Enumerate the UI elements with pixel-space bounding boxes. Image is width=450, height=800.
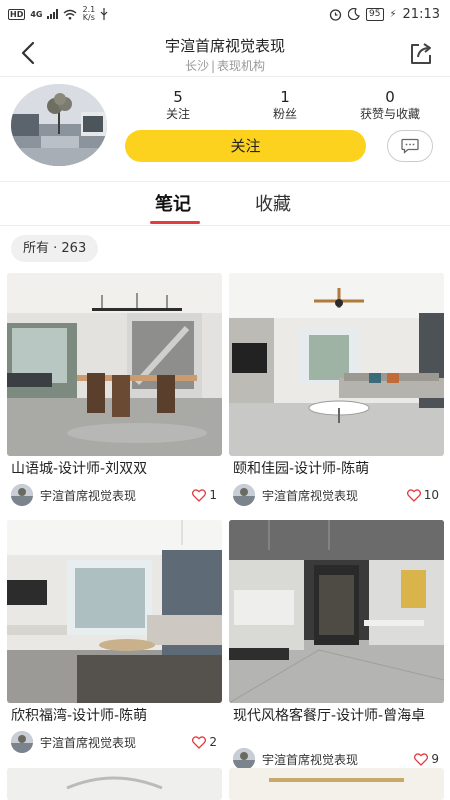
- follow-button[interactable]: 关注: [125, 130, 366, 162]
- clock: 21:13: [402, 6, 440, 22]
- following-label: 关注: [165, 107, 190, 121]
- filter-all-chip[interactable]: 所有 · 263: [11, 235, 99, 262]
- like-button[interactable]: 1: [192, 488, 217, 502]
- header-divider: [0, 76, 450, 77]
- wifi-icon: [64, 9, 77, 19]
- note-title[interactable]: 山语城-设计师-刘双双: [11, 459, 221, 479]
- like-count: 10: [423, 488, 439, 502]
- hd-badge: HD: [8, 8, 26, 20]
- likes-collects-count: 0: [385, 88, 395, 106]
- active-tab-indicator: [150, 221, 200, 224]
- following-count: 5: [173, 88, 183, 106]
- note-meta: 宇渲首席视觉表现 2: [11, 731, 221, 753]
- heart-icon: [414, 752, 429, 766]
- profile-avatar[interactable]: [11, 84, 107, 166]
- author-name[interactable]: 宇渲首席视觉表现: [262, 751, 414, 768]
- profile-stats: 5 关注 1 粉丝 0 获赞与收藏: [125, 88, 445, 124]
- message-button[interactable]: [387, 130, 433, 162]
- author-avatar[interactable]: [11, 731, 33, 753]
- page-subtitle: 长沙 | 表现机构: [0, 57, 450, 74]
- status-bar: HD 4G 2.1 K/s 95 ⚡ 21:13: [0, 0, 450, 28]
- like-button[interactable]: 9: [414, 752, 439, 766]
- chat-bubble-icon: [401, 138, 419, 154]
- stat-following[interactable]: 5 关注: [133, 88, 223, 122]
- network-type: 4G: [30, 9, 43, 19]
- like-count: 2: [209, 735, 217, 749]
- stat-likes-collects[interactable]: 0 获赞与收藏: [345, 88, 435, 122]
- note-cover-image: [229, 273, 444, 456]
- note-cover-image: [7, 768, 222, 800]
- author-name[interactable]: 宇渲首席视觉表现: [40, 734, 192, 751]
- like-count: 1: [209, 488, 217, 502]
- note-cover-image: [7, 520, 222, 703]
- category-label: 表现机构: [217, 59, 266, 73]
- share-button[interactable]: [406, 38, 436, 68]
- author-name[interactable]: 宇渲首席视觉表现: [40, 487, 192, 504]
- page-title: 宇渲首席视觉表现: [164, 37, 285, 55]
- location-label: 长沙: [184, 59, 209, 73]
- note-cover-image: [229, 768, 444, 800]
- tab-notes[interactable]: 笔记: [155, 190, 191, 216]
- avatar-image: [11, 84, 107, 166]
- tabs-divider: [0, 225, 450, 226]
- top-navigation-bar: 宇渲首席视觉表现 长沙 | 表现机构: [0, 28, 450, 76]
- note-cover-image: [7, 273, 222, 456]
- like-button[interactable]: 2: [192, 735, 217, 749]
- moon-icon: [348, 8, 360, 20]
- note-title[interactable]: 现代风格客餐厅-设计师-曾海卓: [233, 706, 443, 726]
- followers-label: 粉丝: [272, 107, 297, 121]
- note-meta: 宇渲首席视觉表现 10: [233, 484, 443, 506]
- note-title[interactable]: 颐和佳园-设计师-陈萌: [233, 459, 443, 479]
- author-name[interactable]: 宇渲首席视觉表现: [262, 487, 407, 504]
- note-cover-image: [229, 520, 444, 703]
- alarm-icon: [329, 8, 342, 21]
- note-meta: 宇渲首席视觉表现 1: [11, 484, 221, 506]
- author-avatar[interactable]: [233, 484, 255, 506]
- subtitle-separator: |: [210, 59, 216, 73]
- heart-icon: [192, 488, 207, 502]
- author-avatar[interactable]: [11, 484, 33, 506]
- battery-level: 95: [366, 7, 384, 21]
- stat-followers[interactable]: 1 粉丝: [240, 88, 330, 122]
- signal-icon: [47, 9, 59, 19]
- network-speed: 2.1 K/s: [82, 5, 96, 22]
- heart-icon: [192, 735, 207, 749]
- like-count: 9: [431, 752, 439, 766]
- profile-divider: [0, 181, 450, 182]
- author-avatar[interactable]: [233, 748, 255, 770]
- usb-icon: [100, 8, 108, 20]
- likes-collects-label: 获赞与收藏: [359, 107, 420, 121]
- note-meta: 宇渲首席视觉表现 9: [233, 748, 443, 770]
- heart-icon: [406, 488, 421, 502]
- note-title[interactable]: 欣积福湾-设计师-陈萌: [11, 706, 221, 726]
- like-button[interactable]: 10: [406, 488, 439, 502]
- charging-icon: ⚡: [389, 8, 397, 20]
- tab-favorites[interactable]: 收藏: [255, 190, 291, 216]
- followers-count: 1: [280, 88, 290, 106]
- share-icon: [411, 43, 431, 64]
